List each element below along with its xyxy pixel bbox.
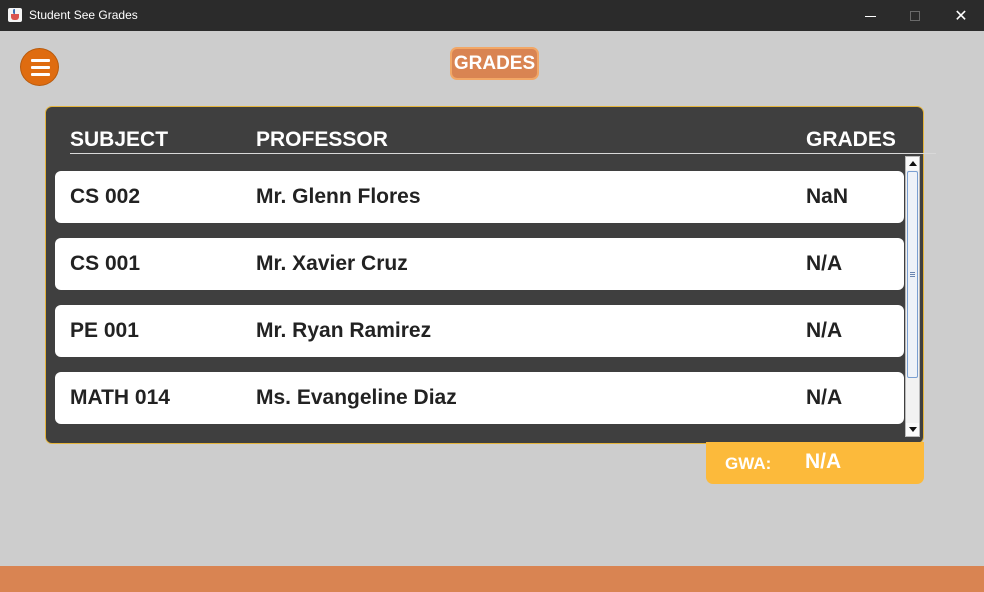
page-title: GRADES xyxy=(450,47,539,80)
close-icon: ✕ xyxy=(954,6,968,25)
column-header-grades: GRADES xyxy=(806,128,896,151)
table-row[interactable]: PE 001 Mr. Ryan Ramirez N/A xyxy=(55,305,904,357)
menu-button[interactable] xyxy=(20,48,59,86)
column-header-subject: SUBJECT xyxy=(70,128,169,151)
footer-bar xyxy=(0,566,984,592)
grip-icon xyxy=(910,272,915,277)
grade-cell: NaN xyxy=(806,185,849,208)
professor-cell: Mr. Glenn Flores xyxy=(256,185,421,208)
gwa-label: GWA: xyxy=(725,454,772,473)
minimize-button[interactable] xyxy=(847,0,893,31)
table-row[interactable]: MATH 014 Ms. Evangeline Diaz N/A xyxy=(55,372,904,424)
hamburger-menu-icon xyxy=(31,59,50,62)
scrollbar-thumb[interactable] xyxy=(907,171,918,378)
scroll-down-button[interactable] xyxy=(906,423,919,436)
column-header-professor: PROFESSOR xyxy=(256,128,388,151)
subject-cell: MATH 014 xyxy=(70,386,170,409)
professor-cell: Mr. Xavier Cruz xyxy=(256,252,408,275)
maximize-button[interactable] xyxy=(892,0,938,31)
minimize-icon xyxy=(864,15,876,17)
close-button[interactable]: ✕ xyxy=(938,0,984,31)
maximize-icon xyxy=(910,10,920,21)
table-row[interactable]: CS 002 Mr. Glenn Flores NaN xyxy=(55,171,904,223)
grade-cell: N/A xyxy=(806,386,843,409)
arrow-up-icon xyxy=(908,161,917,166)
gwa-value: N/A xyxy=(805,450,842,473)
gwa-box: GWA: N/A xyxy=(706,442,924,484)
subject-cell: PE 001 xyxy=(70,319,139,342)
scroll-up-button[interactable] xyxy=(906,157,919,170)
java-app-icon xyxy=(8,8,22,22)
window-titlebar: Student See Grades ✕ xyxy=(0,0,984,31)
subject-cell: CS 002 xyxy=(70,185,141,208)
window-title: Student See Grades xyxy=(29,8,138,22)
professor-cell: Mr. Ryan Ramirez xyxy=(256,319,432,342)
professor-cell: Ms. Evangeline Diaz xyxy=(256,386,457,409)
grade-cell: N/A xyxy=(806,319,843,342)
table-row[interactable]: CS 001 Mr. Xavier Cruz N/A xyxy=(55,238,904,290)
grade-cell: N/A xyxy=(806,252,843,275)
vertical-scrollbar[interactable] xyxy=(905,156,920,437)
header-divider xyxy=(70,153,936,154)
arrow-down-icon xyxy=(908,427,917,432)
grades-table-panel: SUBJECT PROFESSOR GRADES CS 002 Mr. Glen… xyxy=(45,106,936,444)
subject-cell: CS 001 xyxy=(70,252,141,275)
